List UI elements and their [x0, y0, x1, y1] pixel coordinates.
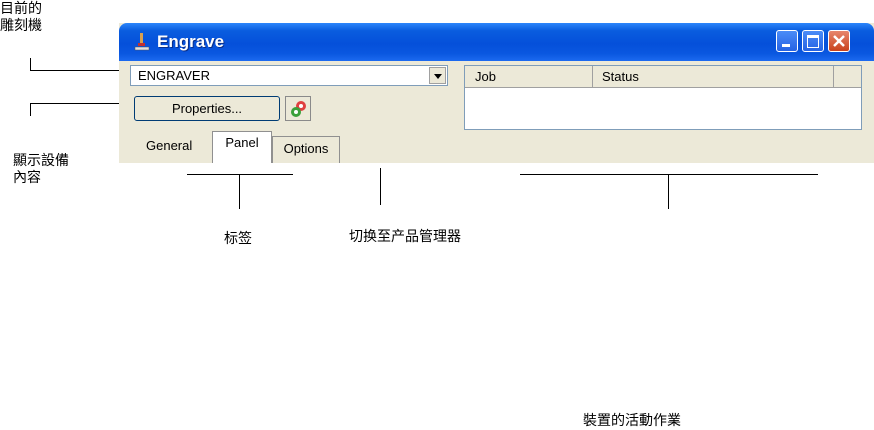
- job-list-header: Job Status: [465, 66, 861, 88]
- tab-panel[interactable]: Panel: [212, 131, 272, 163]
- window-title: Engrave: [157, 32, 225, 51]
- callout-line-jobs: [520, 174, 818, 175]
- annotation-display-content: 顯示設備 內容: [13, 153, 69, 186]
- close-icon: [833, 35, 845, 47]
- engraver-app-icon: [134, 33, 150, 51]
- callout-line-switch-manager: [380, 168, 381, 205]
- job-list[interactable]: Job Status: [464, 65, 862, 130]
- annotation-switch-manager: 切换至产品管理器: [349, 229, 461, 245]
- engraver-select[interactable]: ENGRAVER: [130, 65, 448, 86]
- chevron-down-icon[interactable]: [429, 67, 446, 84]
- tab-general[interactable]: General: [146, 138, 192, 153]
- callout-line-content: [30, 103, 120, 104]
- close-button[interactable]: [828, 30, 850, 52]
- engrave-window: Engrave ENGRAVER Properties... General P…: [119, 23, 874, 163]
- annotation-active-jobs: 裝置的活動作業: [583, 413, 681, 429]
- maximize-button[interactable]: [802, 30, 824, 52]
- column-header-status[interactable]: Status: [602, 69, 639, 84]
- tab-options[interactable]: Options: [272, 136, 340, 163]
- callout-line-tabs-vertical: [239, 174, 240, 209]
- column-divider[interactable]: [592, 66, 593, 88]
- title-bar[interactable]: Engrave: [119, 23, 874, 61]
- column-divider[interactable]: [833, 66, 834, 88]
- column-header-job[interactable]: Job: [475, 69, 496, 84]
- callout-line-tabs: [187, 174, 293, 175]
- annotation-current-engraver: 目前的 雕刻機: [0, 1, 42, 34]
- annotation-tabs: 标签: [224, 231, 252, 247]
- product-manager-button[interactable]: [285, 96, 311, 121]
- properties-button[interactable]: Properties...: [134, 96, 280, 121]
- minimize-button[interactable]: [776, 30, 798, 52]
- engraver-select-value: ENGRAVER: [138, 68, 210, 83]
- gears-icon: [291, 101, 306, 117]
- callout-line-content-vertical: [30, 103, 31, 116]
- callout-line-jobs-vertical: [668, 174, 669, 209]
- callout-line-engraver: [30, 70, 120, 71]
